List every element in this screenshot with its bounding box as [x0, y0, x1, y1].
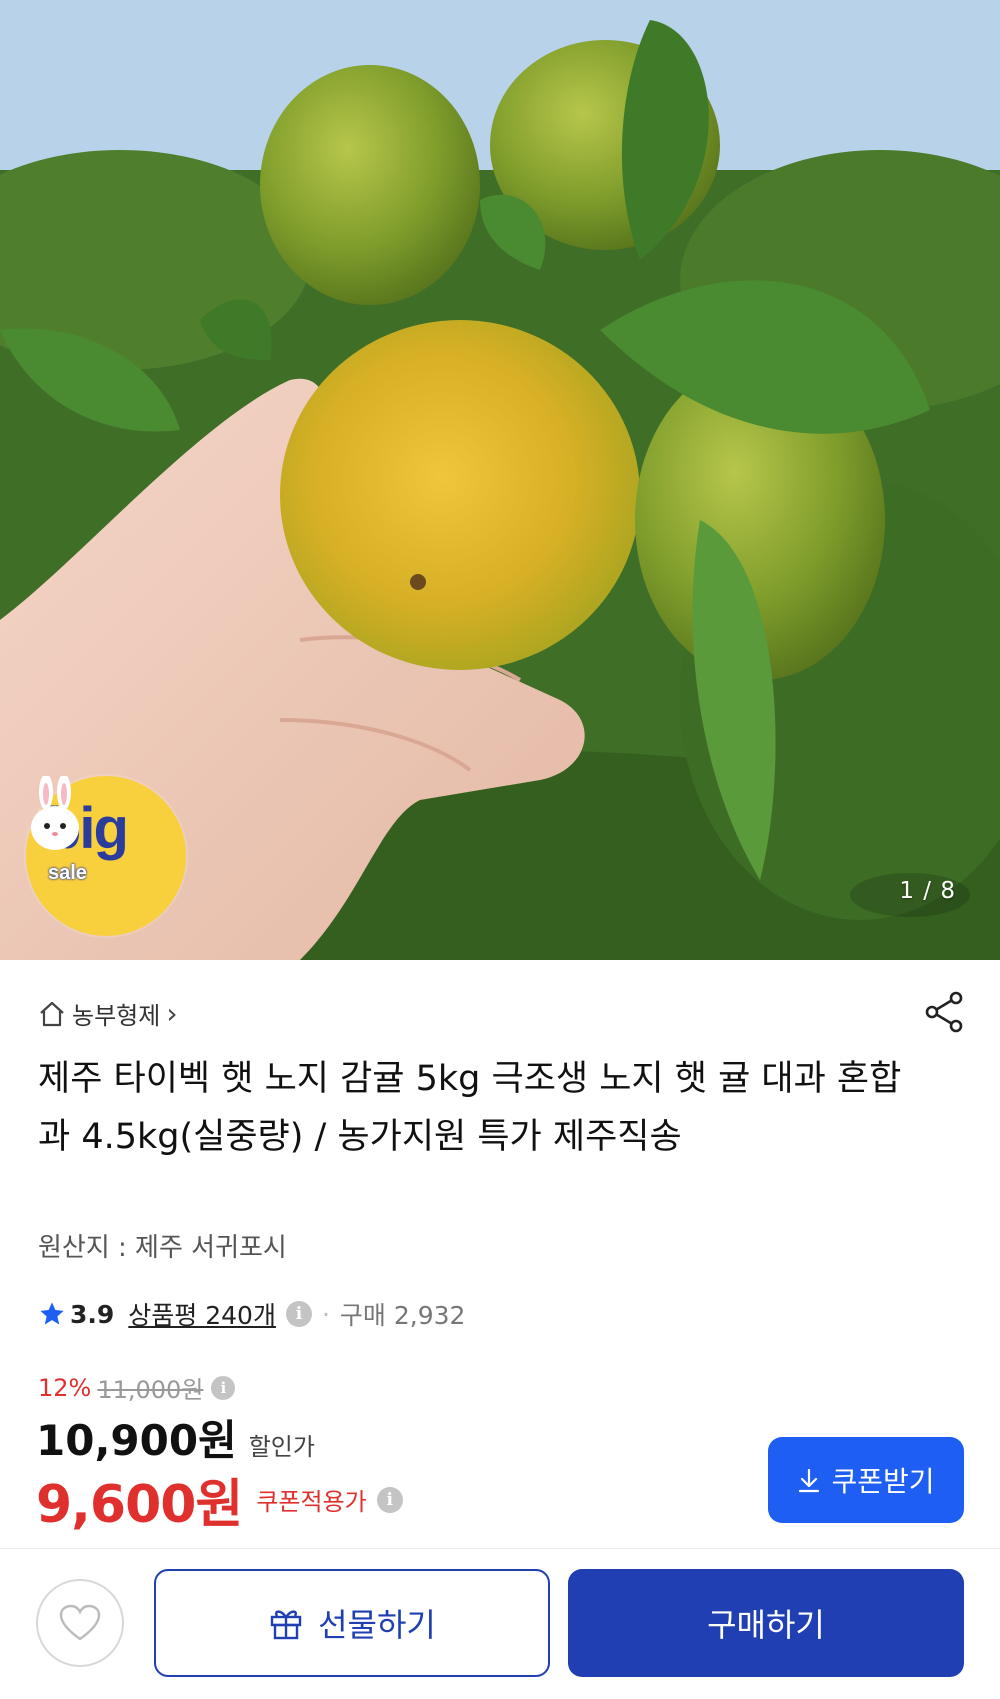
sale-price-row: 10,900원 할인가: [36, 1407, 315, 1468]
share-icon: [925, 991, 963, 1033]
info-icon[interactable]: i: [211, 1375, 236, 1400]
bunny-icon: [31, 776, 79, 850]
review-count-link[interactable]: 상품평 240개: [128, 1296, 276, 1332]
product-image-gallery[interactable]: big sale 1 / 8: [0, 0, 1000, 960]
rating-row: 3.9 상품평 240개 i · 구매 2,932: [38, 1296, 465, 1332]
origin-info: 원산지 : 제주 서귀포시: [38, 1233, 287, 1263]
product-title: 제주 타이벡 햇 노지 감귤 5kg 극조생 노지 햇 귤 대과 혼합과 4.5…: [38, 1059, 902, 1157]
get-coupon-label: 쿠폰받기: [831, 1465, 935, 1498]
coupon-price-row: 9,600원 쿠폰적용가 i: [36, 1462, 403, 1537]
image-counter: 1 / 8: [899, 878, 956, 904]
info-icon[interactable]: i: [376, 1486, 403, 1513]
wishlist-button[interactable]: [36, 1579, 124, 1667]
heart-icon: [59, 1604, 101, 1641]
buy-label: 구매하기: [707, 1606, 825, 1644]
star-icon: [40, 1302, 64, 1325]
sale-price-label: 할인가: [248, 1433, 315, 1461]
share-button[interactable]: [922, 990, 966, 1038]
badge-sale-text: sale: [48, 862, 87, 884]
chevron-right-icon: ›: [166, 997, 178, 1030]
divider: ·: [321, 1299, 330, 1329]
rating-score: 3.9: [70, 1299, 115, 1329]
sale-price: 10,900원: [36, 1416, 237, 1465]
download-icon: [799, 1468, 820, 1493]
store-name: 농부형제: [72, 1002, 161, 1030]
product-page: big sale 1 / 8 농부형제 › 제주 타이벡 햇 노지 감귤 5kg…: [0, 0, 1000, 1699]
buy-button[interactable]: 구매하기: [568, 1569, 964, 1677]
original-price: 11,000원: [97, 1376, 204, 1404]
coupon-price: 9,600원: [36, 1475, 243, 1535]
discount-row: 12% 11,000원 i: [38, 1370, 236, 1405]
gift-label: 선물하기: [318, 1606, 436, 1644]
gift-button[interactable]: 선물하기: [154, 1569, 550, 1677]
purchase-count: 구매 2,932: [339, 1301, 466, 1330]
get-coupon-button[interactable]: 쿠폰받기: [768, 1437, 964, 1523]
info-icon[interactable]: i: [285, 1301, 312, 1327]
big-sale-badge: big sale: [26, 776, 186, 936]
gift-icon: [270, 1610, 302, 1640]
bottom-action-bar: 선물하기 구매하기: [0, 1548, 1000, 1699]
coupon-price-label: 쿠폰적용가: [256, 1488, 367, 1516]
store-link[interactable]: 농부형제 ›: [38, 996, 178, 1031]
discount-rate: 12%: [38, 1373, 92, 1402]
home-icon: [40, 1001, 64, 1026]
